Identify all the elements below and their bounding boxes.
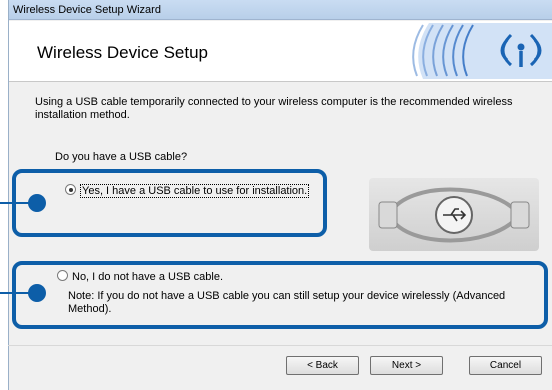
wireless-signal-icon [383,21,552,81]
button-separator [8,345,552,346]
page-title: Wireless Device Setup [37,43,209,62]
callout-line-no [0,292,30,294]
back-button[interactable]: < Back [286,356,359,375]
yes-option-highlight [12,169,327,237]
callout-dot-yes [28,194,46,212]
cancel-button[interactable]: Cancel [469,356,542,375]
usb-question: Do you have a USB cable? [55,151,188,163]
window-title: Wireless Device Setup Wizard [9,0,552,20]
callout-dot-no [28,284,46,302]
usb-cable-icon [378,187,530,243]
callout-line-yes [0,202,30,204]
no-option-highlight [12,261,548,329]
intro-text: Using a USB cable temporarily connected … [35,96,513,121]
next-button[interactable]: Next > [370,356,443,375]
usb-cable-image [369,178,539,251]
wizard-header: Wireless Device Setup [9,21,552,82]
